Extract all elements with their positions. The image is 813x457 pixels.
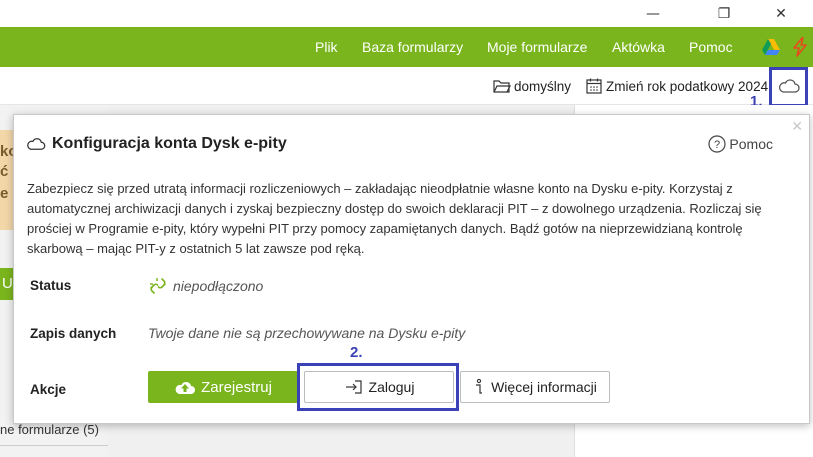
annotation-box-2 [297, 363, 459, 411]
popup-help-label: Pomoc [729, 136, 773, 152]
nav-item-plik[interactable]: Plik [315, 27, 338, 67]
popup-close-button[interactable]: ✕ [791, 119, 803, 135]
storage-value: Twoje dane nie są przechowywane na Dysku… [148, 325, 466, 341]
storage-label: Zapis danych [30, 326, 117, 341]
more-info-label: Więcej informacji [491, 379, 597, 395]
background-divider [0, 445, 108, 446]
background-orange-strip [0, 130, 13, 230]
change-tax-year-button[interactable]: Zmień rok podatkowy 2024 [585, 67, 768, 105]
actions-label: Akcje [30, 382, 67, 397]
background-green-button: U [0, 268, 13, 300]
folder-label: domyślny [514, 78, 572, 94]
svg-text:?: ? [714, 139, 720, 151]
popup-title: Konfiguracja konta Dysk e-pity [52, 135, 287, 152]
toolbar: domyślny Zmień rok podatkowy 2024 [0, 67, 813, 105]
annotation-box-1 [769, 67, 808, 107]
broken-link-icon [150, 278, 166, 294]
nav-item-moje-formularze[interactable]: Moje formularze [487, 27, 587, 67]
nav-item-pomoc[interactable]: Pomoc [689, 27, 733, 67]
nav-item-baza-formularzy[interactable]: Baza formularzy [362, 27, 463, 67]
folder-icon [493, 80, 511, 93]
folder-selector[interactable]: domyślny [493, 67, 571, 105]
google-drive-icon[interactable] [761, 37, 781, 57]
register-label: Zarejestruj [201, 378, 272, 396]
status-value: niepodłączono [148, 276, 263, 296]
status-label: Status [30, 278, 72, 293]
cloud-icon [27, 138, 46, 150]
annotation-number-2: 2. [350, 344, 363, 361]
popup-description: Zabezpiecz się przed utratą informacji r… [27, 181, 762, 256]
background-button-label: U [2, 275, 13, 292]
status-text: niepodłączono [173, 278, 264, 294]
window-title-bar: — ❐ ✕ [0, 0, 813, 27]
info-icon [476, 378, 483, 394]
lightning-icon[interactable] [790, 37, 810, 57]
more-info-button[interactable]: Więcej informacji [460, 371, 610, 403]
close-window-button[interactable]: ✕ [758, 0, 804, 27]
main-nav-bar: Plik Baza formularzy Moje formularze Akt… [0, 27, 813, 67]
tax-year-label: Zmień rok podatkowy 2024 [606, 78, 769, 94]
cloud-upload-icon [175, 381, 196, 394]
question-icon: ? [708, 135, 727, 153]
nav-item-aktowka[interactable]: Aktówka [612, 27, 665, 67]
restore-button[interactable]: ❐ [701, 0, 747, 27]
register-button[interactable]: Zarejestruj [148, 371, 298, 403]
popup-help-link[interactable]: ? Pomoc [708, 135, 773, 153]
background-forms-link[interactable]: ne formularze (5) [0, 422, 99, 437]
calendar-icon [586, 78, 602, 94]
minimize-button[interactable]: — [630, 0, 676, 27]
